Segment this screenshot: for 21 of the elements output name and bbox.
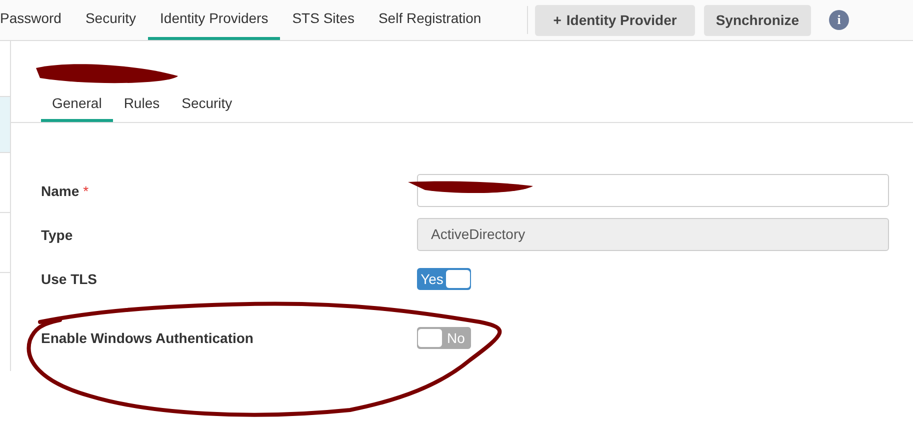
synchronize-button[interactable]: Synchronize — [704, 4, 812, 36]
tab[interactable]: General — [41, 93, 113, 122]
field-label: Type — [41, 226, 73, 245]
type-field: ActiveDirectory — [417, 218, 889, 251]
field-label: Enable Windows Authentication — [41, 329, 254, 348]
tab[interactable]: Rules — [112, 93, 171, 122]
field-label: Name — [41, 182, 80, 201]
nav-tab[interactable]: Identity Providers — [148, 0, 280, 40]
toggle-knob — [418, 329, 442, 347]
add-identity-provider-button[interactable]: + Identity Provider — [535, 4, 695, 36]
name-field[interactable] — [417, 174, 889, 207]
nav-tab[interactable]: STS Sites — [280, 0, 366, 40]
toggle-knob — [446, 270, 470, 288]
info-icon[interactable]: i — [829, 10, 850, 30]
nav-tab[interactable]: Security — [73, 0, 148, 40]
nav-tab[interactable]: Password — [0, 0, 74, 40]
nav-tab[interactable]: Self Registration — [366, 0, 494, 40]
field-label: Use TLS — [41, 270, 98, 289]
required-mark: * — [83, 182, 89, 201]
toggle-switch[interactable]: Yes — [417, 268, 471, 290]
tab[interactable]: Security — [170, 93, 244, 122]
